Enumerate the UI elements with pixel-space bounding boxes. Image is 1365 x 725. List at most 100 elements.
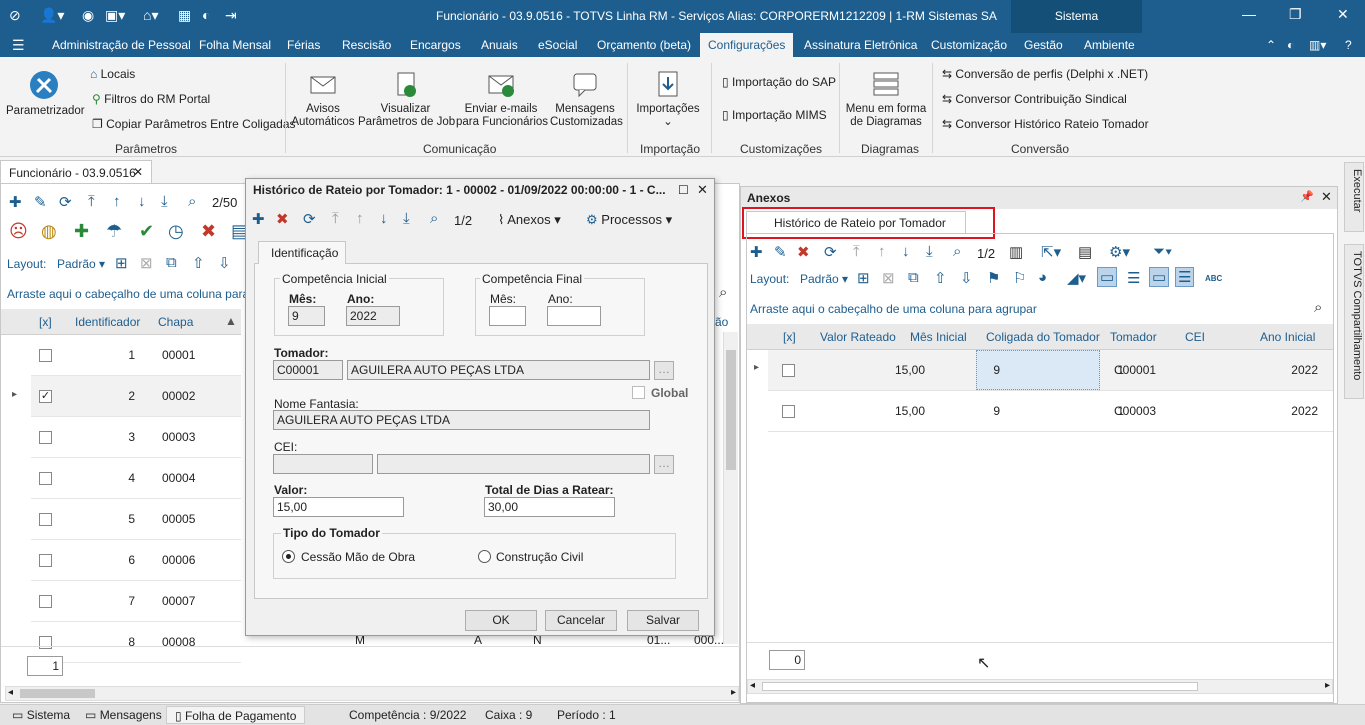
search-icon[interactable]: ⌕: [430, 210, 438, 227]
mensagens-button[interactable]: Mensagens Customizadas: [550, 69, 623, 129]
edit-icon[interactable]: ✎: [774, 243, 787, 261]
last-icon[interactable]: ⤓: [926, 243, 933, 260]
table-row[interactable]: 6 00006: [31, 540, 241, 581]
filtros-button[interactable]: ⚲ Filtros do RM Portal: [92, 92, 210, 106]
col-ano-inicial[interactable]: Ano Inicial: [1260, 330, 1315, 344]
color-icon[interactable]: ◕: [1038, 269, 1047, 286]
row-checkbox[interactable]: [39, 595, 52, 608]
row-checkbox[interactable]: [39, 431, 52, 444]
home-icon[interactable]: ⌂▾: [143, 7, 158, 24]
app-logo-icon[interactable]: ⊘: [9, 7, 21, 24]
first-icon[interactable]: ⤒: [332, 210, 339, 227]
next-icon[interactable]: ↓: [902, 243, 910, 260]
user-block-icon[interactable]: ✖: [201, 221, 216, 242]
table-row[interactable]: 3 00003: [31, 417, 241, 458]
nome-fantasia-input[interactable]: AGUILERA AUTO PEÇAS LTDA: [273, 410, 650, 430]
last-icon[interactable]: ⤓: [161, 193, 168, 210]
gear-icon[interactable]: ⚙▾: [1109, 243, 1130, 261]
add-icon[interactable]: ✚: [9, 193, 22, 211]
menu-configuracoes[interactable]: Configurações: [700, 33, 794, 57]
cei-name-input[interactable]: [377, 454, 650, 474]
layout-import-icon[interactable]: ⇩: [218, 254, 231, 272]
radio-cessao[interactable]: [282, 550, 295, 563]
enviar-emails-button[interactable]: Enviar e-mails para Funcionários: [456, 69, 548, 129]
menu-folha-mensal[interactable]: Folha Mensal: [199, 33, 271, 57]
first-icon[interactable]: ⤒: [853, 243, 860, 260]
horizontal-scrollbar[interactable]: ◂ ▸: [747, 679, 1333, 694]
window-icon[interactable]: ▣▾: [105, 7, 125, 24]
row-checkbox[interactable]: [39, 513, 52, 526]
search-icon[interactable]: ⌕: [953, 243, 961, 260]
status-mensagens[interactable]: ▭ Mensagens: [85, 708, 162, 722]
add-money-icon[interactable]: ✚: [74, 221, 89, 242]
locais-button[interactable]: ⌂ Locais: [90, 67, 135, 81]
clock-icon[interactable]: ◷: [168, 221, 184, 242]
mes-inicial-input[interactable]: 9: [288, 306, 325, 326]
menu-encargos[interactable]: Encargos: [410, 33, 461, 57]
table-row[interactable]: 4 00004: [31, 458, 241, 499]
first-icon[interactable]: ⤒: [88, 193, 95, 210]
close-tab-icon[interactable]: ✕: [133, 165, 143, 179]
col-tomador[interactable]: Tomador: [1110, 330, 1157, 344]
row-checkbox[interactable]: [782, 405, 795, 418]
next-icon[interactable]: ↓: [380, 210, 388, 227]
copiar-button[interactable]: ❐ Copiar Parâmetros Entre Coligadas: [92, 117, 296, 131]
pin-column-icon[interactable]: ⚑: [987, 269, 1000, 287]
prev-icon[interactable]: ↑: [113, 193, 121, 210]
delete-icon[interactable]: ✖: [797, 243, 810, 261]
menu-gestao[interactable]: Gestão: [1024, 33, 1063, 57]
search-icon[interactable]: ⌕: [1314, 299, 1322, 316]
menu-customizacao[interactable]: Customização: [931, 33, 1007, 57]
visualizar-button[interactable]: Visualizar Parâmetros de Job: [358, 69, 455, 129]
user-remove-icon[interactable]: ☹: [9, 221, 28, 242]
cei-lookup-button[interactable]: …: [654, 455, 674, 474]
global-checkbox[interactable]: [632, 386, 645, 399]
spellcheck-icon[interactable]: ABC: [1205, 274, 1222, 283]
col-check[interactable]: [x]: [783, 330, 796, 344]
layout-copy-icon[interactable]: ⧉: [908, 269, 919, 286]
parametrizador-button[interactable]: Parametrizador: [6, 69, 85, 118]
dias-input[interactable]: 30,00: [484, 497, 615, 517]
globe-icon[interactable]: ◐: [202, 7, 210, 23]
tab-identificacao[interactable]: Identificação: [258, 241, 346, 264]
importacao-mims-button[interactable]: ▯ Importação MIMS: [722, 108, 827, 122]
row-checkbox[interactable]: [39, 349, 52, 362]
layout-delete-icon[interactable]: ⊠: [140, 254, 153, 272]
menu-rescisao[interactable]: Rescisão: [342, 33, 391, 57]
importacao-sap-button[interactable]: ▯ Importação do SAP: [722, 75, 836, 89]
grid-icon[interactable]: ▦: [178, 7, 191, 24]
close-icon[interactable]: ✕: [697, 182, 708, 198]
layout-copy-icon[interactable]: ⧉: [166, 254, 177, 271]
search-icon[interactable]: ⌕: [188, 193, 196, 210]
layout-new-icon[interactable]: ⊞: [857, 269, 870, 287]
minimize-button[interactable]: —: [1242, 6, 1256, 22]
view-icon[interactable]: ◉: [82, 7, 94, 24]
table-row[interactable]: 1 00001: [31, 335, 241, 376]
table-row[interactable]: 15,00 9 1 C00001 2022: [768, 350, 1333, 391]
prev-icon[interactable]: ↑: [356, 210, 364, 227]
col-cei[interactable]: CEI: [1185, 330, 1205, 344]
search-icon[interactable]: ⌕: [719, 284, 727, 301]
pin-icon[interactable]: 📌: [1300, 190, 1314, 203]
salvar-button[interactable]: Salvar: [627, 610, 699, 631]
collapse-ribbon-icon[interactable]: ⌃: [1266, 33, 1276, 57]
layout-icon[interactable]: ▥▾: [1309, 33, 1326, 57]
exit-icon[interactable]: ⇥: [225, 7, 237, 24]
maximize-icon[interactable]: ☐: [678, 183, 689, 197]
view-footer-icon[interactable]: ▭: [1097, 267, 1118, 287]
tomador-lookup-button[interactable]: …: [654, 361, 674, 380]
view-group-icon[interactable]: ☰: [1175, 267, 1195, 287]
prev-icon[interactable]: ↑: [878, 243, 886, 260]
refresh-icon[interactable]: ⟳: [824, 243, 837, 261]
tomador-name-input[interactable]: AGUILERA AUTO PEÇAS LTDA: [347, 360, 650, 380]
edit-icon[interactable]: ✎: [34, 193, 47, 211]
col-chapa[interactable]: Chapa: [158, 315, 193, 329]
horizontal-scrollbar[interactable]: ◂ ▸: [5, 686, 739, 701]
row-checkbox[interactable]: [39, 554, 52, 567]
table-row[interactable]: 5 00005: [31, 499, 241, 540]
table-row[interactable]: ✓ 2 00002: [31, 376, 241, 417]
col-mes-inicial[interactable]: Mês Inicial: [910, 330, 967, 344]
umbrella-icon[interactable]: ☂: [106, 221, 122, 242]
layout-delete-icon[interactable]: ⊠: [882, 269, 895, 287]
add-icon[interactable]: ✚: [252, 210, 265, 228]
